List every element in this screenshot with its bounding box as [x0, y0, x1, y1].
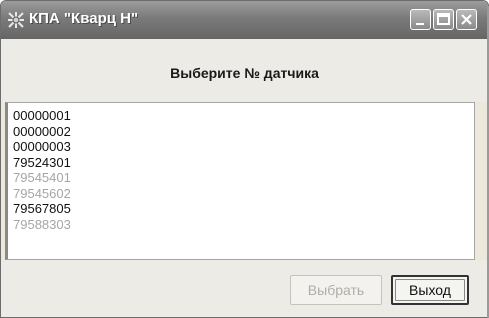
sensor-listbox[interactable]: 00000001 00000002 00000003 79524301 7954…: [5, 102, 475, 260]
list-item[interactable]: 00000003: [8, 139, 474, 155]
list-item-disabled: 79545602: [13, 185, 71, 201]
maximize-button[interactable]: [433, 9, 454, 30]
list-item[interactable]: 79567805: [8, 201, 474, 217]
list-item-disabled: 79588303: [13, 216, 71, 232]
header-title: Выберите № датчика: [170, 65, 319, 81]
close-button[interactable]: [456, 9, 477, 30]
dialog-window: КПА "Кварц Н" Выберите № датчика 0000000…: [0, 0, 489, 318]
list-item[interactable]: 00000002: [8, 124, 474, 140]
header-area: Выберите № датчика: [1, 39, 488, 102]
title-bar[interactable]: КПА "Кварц Н": [1, 1, 488, 39]
window-title: КПА "Кварц Н": [29, 10, 139, 27]
list-item-disabled: 79545401: [13, 170, 71, 185]
close-icon: [461, 14, 472, 25]
maximize-icon: [437, 13, 450, 25]
list-item[interactable]: 00000001: [8, 108, 474, 124]
exit-button[interactable]: Выход: [391, 275, 469, 305]
app-icon[interactable]: [7, 11, 25, 29]
button-bar: Выбрать Выход: [1, 260, 488, 317]
focus-rect: [395, 279, 465, 301]
minimize-icon: [416, 23, 424, 25]
list-item[interactable]: 79524301: [8, 155, 474, 171]
select-button[interactable]: Выбрать: [290, 275, 382, 305]
minimize-button[interactable]: [410, 9, 431, 30]
